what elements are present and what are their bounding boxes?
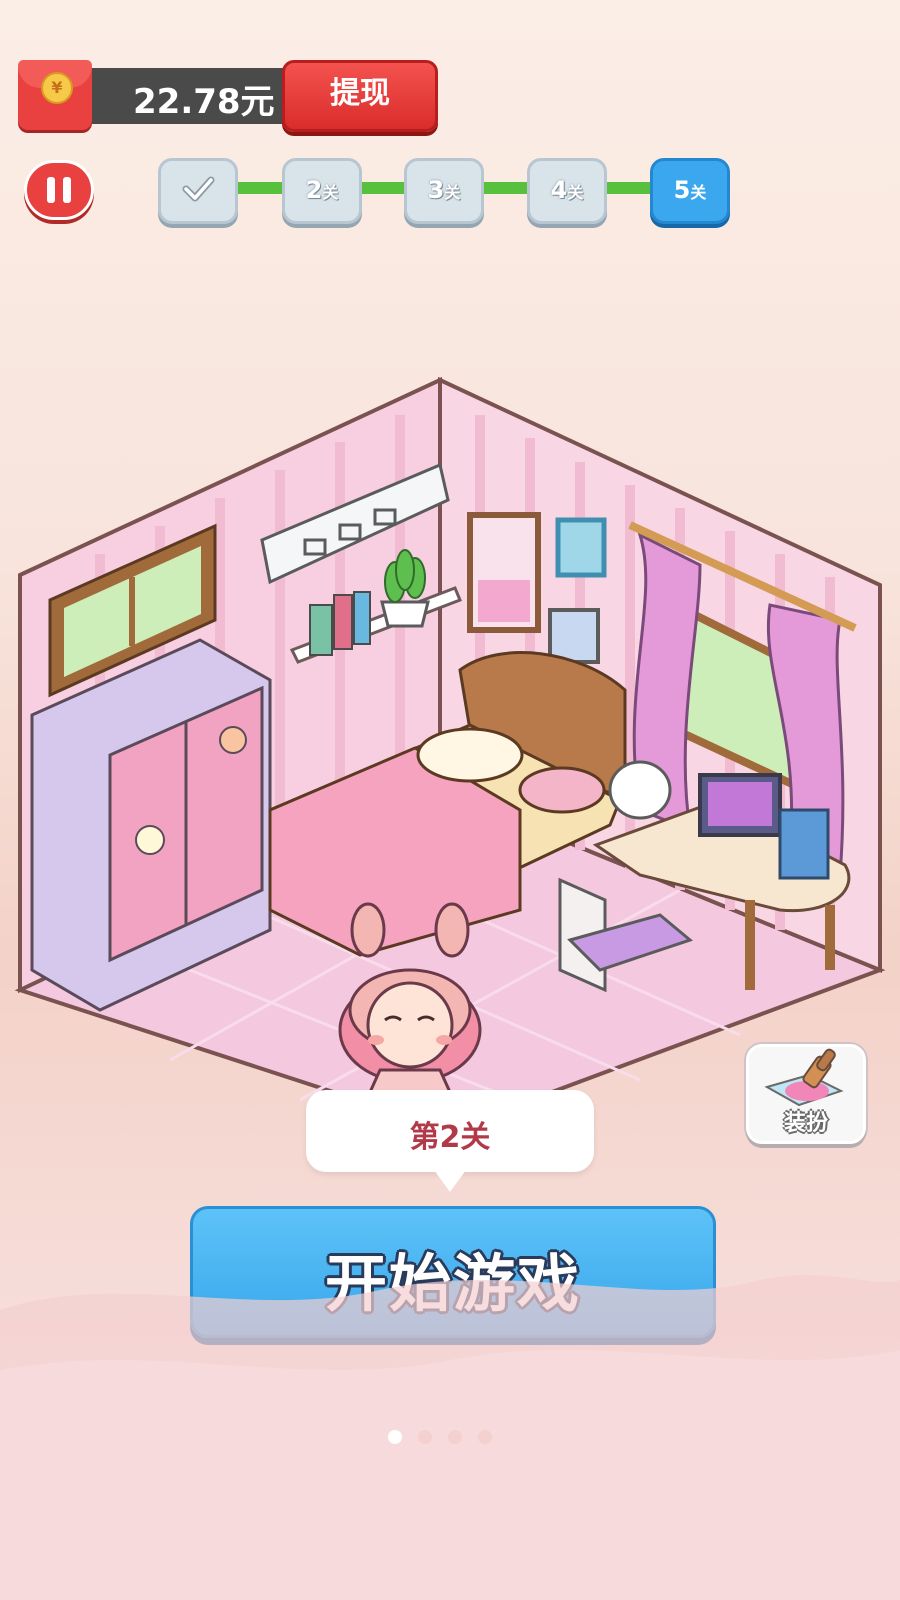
pause-button[interactable] xyxy=(24,160,94,220)
page-dot[interactable] xyxy=(448,1430,462,1444)
plant-pot xyxy=(380,600,430,628)
dress-up-button[interactable]: 装扮 xyxy=(746,1044,866,1144)
desk-lamp xyxy=(608,760,672,820)
pillow xyxy=(416,727,524,783)
bedroom-scene xyxy=(14,376,886,1130)
page-dot[interactable] xyxy=(478,1430,492,1444)
background-hills xyxy=(0,1275,900,1600)
level-number: 3 xyxy=(427,176,445,204)
current-level-bubble: 第2关 xyxy=(306,1090,594,1192)
book xyxy=(309,604,333,656)
level-number: 4 xyxy=(550,176,568,204)
pause-icon xyxy=(47,177,55,203)
coin-icon: ¥ xyxy=(41,72,73,104)
wallet-bar: ¥ 22.78元 提现 xyxy=(18,60,438,132)
pillow-pink xyxy=(518,766,606,814)
level-node-5-current: 5关 xyxy=(650,158,730,224)
computer-tower xyxy=(778,808,830,880)
level-node-2: 2关 xyxy=(282,158,362,224)
sticker xyxy=(135,825,165,855)
dress-up-label: 装扮 xyxy=(783,1111,828,1136)
level-unit: 关 xyxy=(690,183,707,202)
page-dot[interactable] xyxy=(418,1430,432,1444)
red-packet-icon[interactable]: ¥ xyxy=(18,60,92,130)
page-dot-active[interactable] xyxy=(388,1430,402,1444)
page-indicator xyxy=(388,1430,508,1446)
level-unit: 关 xyxy=(322,183,339,202)
level-node-1-completed xyxy=(158,158,238,224)
picture-frame-tree xyxy=(555,517,607,578)
level-node-3: 3关 xyxy=(404,158,484,224)
level-unit: 关 xyxy=(444,183,461,202)
check-icon xyxy=(182,176,215,202)
level-number: 2 xyxy=(305,176,323,204)
current-level-text: 第2关 xyxy=(409,1120,491,1155)
withdraw-button[interactable]: 提现 xyxy=(282,60,438,132)
balance-amount: 22.78元 xyxy=(133,82,275,122)
pause-icon-bar xyxy=(63,177,71,203)
level-number: 5 xyxy=(673,176,691,204)
level-node-4: 4关 xyxy=(527,158,607,224)
level-unit: 关 xyxy=(567,183,584,202)
picture-frame-rainbow xyxy=(548,608,600,664)
